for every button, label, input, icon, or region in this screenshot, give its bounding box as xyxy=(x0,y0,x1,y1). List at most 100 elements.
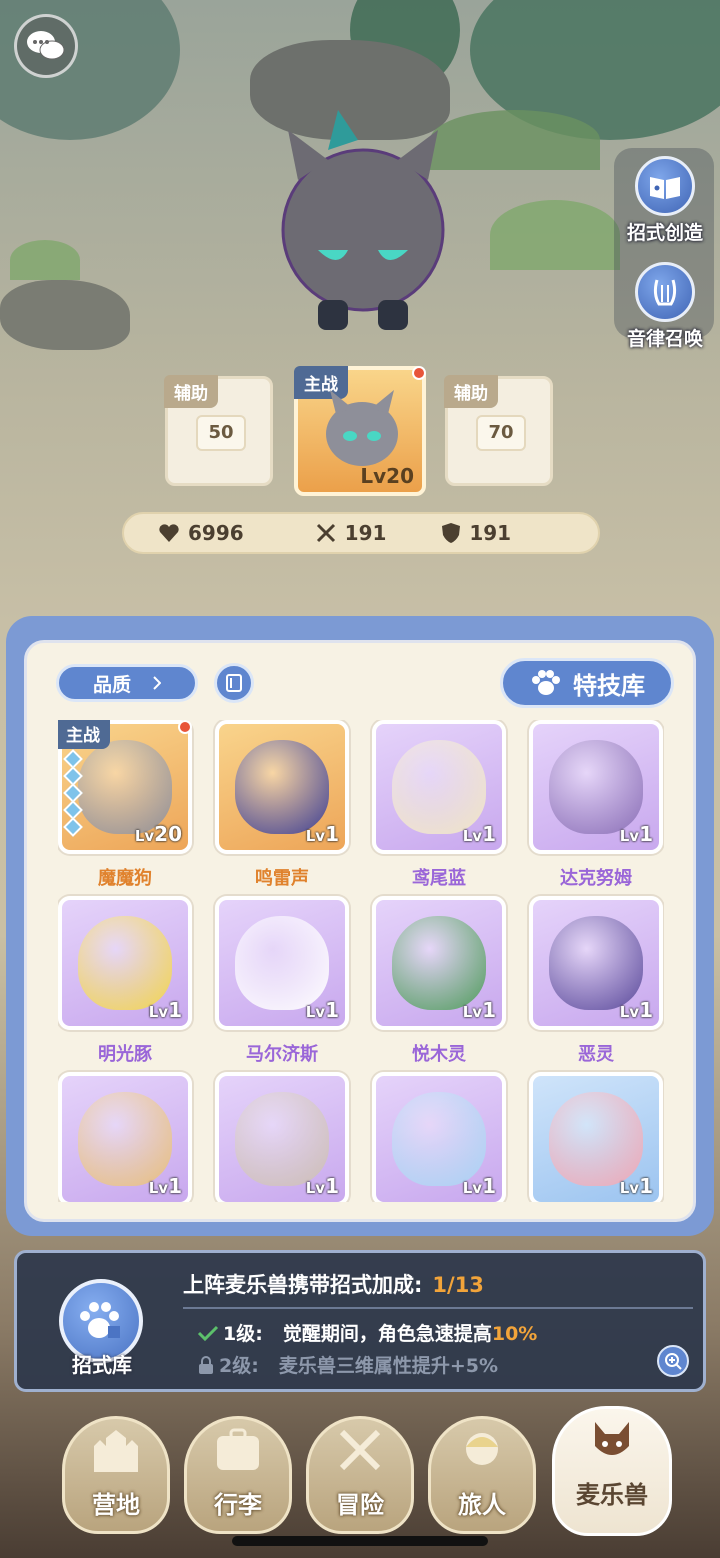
monster-level: Lv1 xyxy=(462,998,496,1022)
monster-portrait-frame: Lv1 xyxy=(58,1072,192,1202)
paw-icon xyxy=(532,670,560,695)
monster-card[interactable]: Lv1 xyxy=(215,1072,349,1202)
castle-icon xyxy=(94,1430,138,1472)
monster-portrait-frame: Lv1 xyxy=(372,720,506,854)
book-icon xyxy=(226,674,242,692)
monster-portrait-frame: Lv1 xyxy=(529,1072,663,1202)
monster-level: Lv1 xyxy=(305,822,339,846)
monster-portrait xyxy=(235,740,329,834)
monster-level: Lv1 xyxy=(619,998,653,1022)
main-monster-portrait xyxy=(326,390,398,466)
support-slot-left[interactable]: 辅助 50 xyxy=(164,375,273,486)
main-monster-model[interactable] xyxy=(268,110,458,340)
monster-portrait-frame: Lv1 xyxy=(529,720,663,854)
monster-name: 魔魔狗 xyxy=(98,868,152,889)
monster-card[interactable]: 主战 Lv20 魔魔狗 xyxy=(58,720,192,890)
hp-value: 6996 xyxy=(188,521,244,545)
monster-card[interactable]: Lv1 恶灵 xyxy=(529,896,663,1066)
monster-portrait-frame: Lv1 xyxy=(529,896,663,1030)
lyre-icon xyxy=(653,279,677,306)
monster-portrait xyxy=(392,1092,486,1186)
monster-level: Lv1 xyxy=(305,998,339,1022)
monster-card[interactable]: Lv1 明光豚 xyxy=(58,896,192,1066)
main-battle-slot[interactable]: 主战 Lv20 xyxy=(294,366,426,496)
monster-portrait-frame: Lv1 xyxy=(372,1072,506,1202)
bonus-title: 上阵麦乐兽携带招式加成: 1/13 xyxy=(183,1273,484,1297)
monster-card[interactable]: Lv1 xyxy=(58,1072,192,1202)
monster-portrait-frame: Lv1 xyxy=(215,720,349,854)
bottom-navigation: 营地 行李 冒险 旅人 麦乐兽 xyxy=(0,1400,720,1558)
monster-card[interactable]: Lv1 马尔济斯 xyxy=(215,896,349,1066)
home-indicator xyxy=(232,1536,488,1546)
monster-name: 鸣雷声 xyxy=(255,868,309,889)
team-stats-bar: 6996 191 191 xyxy=(122,512,600,554)
paw-book-icon xyxy=(80,1302,120,1338)
nav-mellow-beast[interactable]: 麦乐兽 xyxy=(552,1406,672,1536)
skill-library-button[interactable]: 特技库 xyxy=(500,658,674,708)
defense-value: 191 xyxy=(469,521,512,545)
magnifier-plus-icon xyxy=(665,1353,682,1370)
bonus-row-1: 1级: 觉醒期间，角色急速提高10% xyxy=(197,1319,537,1346)
shield-icon xyxy=(442,523,461,543)
nav-adventure[interactable]: 冒险 xyxy=(306,1416,414,1534)
monster-card[interactable]: Lv1 xyxy=(529,1072,663,1202)
monster-portrait xyxy=(392,740,486,834)
monster-portrait-frame: Lv1 xyxy=(372,896,506,1030)
check-icon xyxy=(197,1325,219,1341)
nav-traveler[interactable]: 旅人 xyxy=(428,1416,536,1534)
move-bonus-panel: 招式库 上阵麦乐兽携带招式加成: 1/13 1级: 觉醒期间，角色急速提高10% … xyxy=(14,1250,706,1392)
quality-sort-button[interactable]: 品质 xyxy=(56,664,198,702)
melody-summon-button[interactable]: 音律召唤 xyxy=(620,262,710,351)
monster-level: Lv1 xyxy=(148,1174,182,1198)
monster-portrait xyxy=(392,916,486,1010)
monster-name: 鸢尾蓝 xyxy=(412,868,466,889)
attack-value: 191 xyxy=(344,521,387,545)
crossed-swords-icon xyxy=(339,1429,381,1471)
monster-portrait xyxy=(549,916,643,1010)
bonus-row-2: 2级: 麦乐兽三维属性提升+5% xyxy=(197,1351,498,1378)
heart-icon xyxy=(159,524,179,542)
notification-dot xyxy=(412,366,426,380)
monster-card[interactable]: Lv1 xyxy=(372,1072,506,1202)
support-slot-right[interactable]: 辅助 70 xyxy=(444,375,553,486)
lock-icon xyxy=(199,1355,213,1374)
notification-dot xyxy=(178,720,192,734)
monster-portrait-frame: Lv1 xyxy=(58,896,192,1030)
chevron-right-icon xyxy=(153,676,161,690)
monster-level: Lv1 xyxy=(619,1174,653,1198)
nav-luggage[interactable]: 行李 xyxy=(184,1416,292,1534)
star-rank xyxy=(63,749,84,837)
luggage-icon xyxy=(217,1428,259,1470)
bonus-count: 1/13 xyxy=(432,1273,484,1297)
monster-portrait xyxy=(78,916,172,1010)
monster-portrait xyxy=(549,740,643,834)
main-battle-tag: 主战 xyxy=(58,720,110,749)
book-music-icon xyxy=(650,177,680,199)
chat-button[interactable] xyxy=(14,14,78,78)
monster-card[interactable]: Lv1 悦木灵 xyxy=(372,896,506,1066)
monster-portrait xyxy=(78,1092,172,1186)
nav-camp[interactable]: 营地 xyxy=(62,1416,170,1534)
crossed-swords-icon xyxy=(316,523,335,543)
handbook-button[interactable] xyxy=(214,663,254,703)
monster-portrait xyxy=(78,740,172,834)
monster-level: Lv1 xyxy=(462,822,496,846)
monster-portrait-frame: 主战 Lv20 xyxy=(58,720,192,854)
monster-name: 马尔济斯 xyxy=(246,1044,318,1065)
zoom-in-button[interactable] xyxy=(657,1345,689,1377)
monster-level: Lv1 xyxy=(148,998,182,1022)
chat-bubbles-icon xyxy=(27,31,65,60)
monster-portrait xyxy=(235,916,329,1010)
traveler-icon xyxy=(466,1433,498,1465)
monster-name: 达克努姆 xyxy=(560,868,632,889)
monster-level: Lv1 xyxy=(619,822,653,846)
monster-level: Lv1 xyxy=(305,1174,339,1198)
monster-portrait-frame: Lv1 xyxy=(215,1072,349,1202)
monster-portrait xyxy=(235,1092,329,1186)
monster-card[interactable]: Lv1 鸢尾蓝 xyxy=(372,720,506,890)
monster-grid: 主战 Lv20 魔魔狗 Lv1 鸣雷声 Lv1 鸢尾蓝 Lv1 达克努姆 Lv1 明光豚 Lv1 马尔济… xyxy=(58,720,664,1202)
monster-card[interactable]: Lv1 达克努姆 xyxy=(529,720,663,890)
monster-card[interactable]: Lv1 鸣雷声 xyxy=(215,720,349,890)
move-create-button[interactable]: 招式创造 xyxy=(620,156,710,245)
monster-name: 悦木灵 xyxy=(412,1044,466,1065)
